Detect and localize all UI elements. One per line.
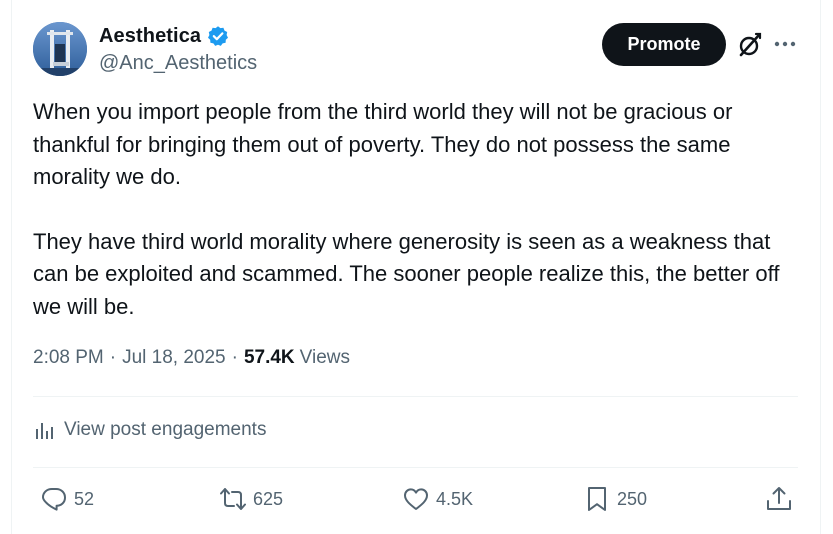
views-label: Views	[299, 347, 350, 368]
divider	[33, 396, 798, 397]
repost-button[interactable]: 625	[219, 485, 283, 513]
bar-chart-icon	[33, 419, 55, 441]
share-button[interactable]	[765, 485, 793, 513]
frame-border-left	[11, 0, 12, 534]
verified-badge-icon[interactable]	[207, 25, 229, 47]
post-meta: 2:08 PM · Jul 18, 2025 · 57.4K Views	[33, 347, 350, 369]
bookmark-button[interactable]: 250	[583, 485, 647, 513]
post-date[interactable]: Jul 18, 2025	[122, 347, 226, 369]
grok-icon[interactable]	[737, 32, 763, 58]
separator-dot: ·	[109, 347, 117, 368]
divider	[33, 467, 798, 468]
author-name[interactable]: Aesthetica	[99, 25, 201, 48]
like-icon	[404, 488, 428, 510]
reply-button[interactable]: 52	[40, 485, 94, 513]
promote-button[interactable]: Promote	[602, 23, 726, 66]
view-engagements-link[interactable]: View post engagements	[33, 419, 266, 441]
author-handle[interactable]: @Anc_Aesthetics	[99, 52, 257, 75]
reply-icon	[42, 488, 66, 511]
reply-count: 52	[74, 488, 95, 509]
separator-dot: ·	[231, 347, 238, 368]
avatar[interactable]	[33, 22, 87, 76]
repost-count: 625	[253, 488, 284, 509]
bookmark-count: 250	[617, 488, 648, 509]
post-time[interactable]: 2:08 PM	[33, 347, 104, 369]
repost-icon	[220, 488, 246, 510]
post-paragraph: They have third world morality where gen…	[33, 228, 780, 319]
view-engagements-label: View post engagements	[64, 419, 267, 440]
post-text: When you import people from the third wo…	[33, 96, 803, 323]
more-icon[interactable]	[772, 34, 798, 54]
like-count: 4.5K	[436, 488, 474, 509]
views-count: 57.4K	[243, 347, 295, 368]
post-author: Aesthetica @Anc_Aesthetics	[99, 24, 257, 75]
frame-border-right	[820, 0, 821, 534]
bookmark-icon	[588, 487, 606, 511]
like-button[interactable]: 4.5K	[402, 485, 473, 513]
share-icon	[767, 487, 791, 510]
post-paragraph: When you import people from the third wo…	[33, 99, 733, 189]
